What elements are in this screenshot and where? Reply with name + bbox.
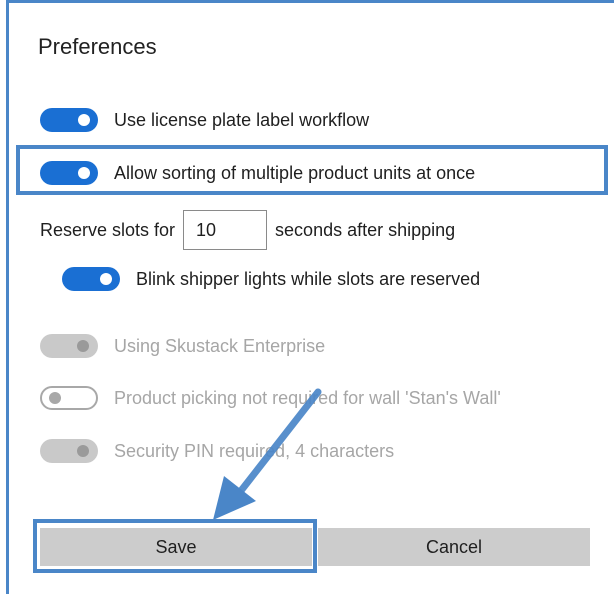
multiple-units-toggle-label: Allow sorting of multiple product units … (114, 162, 476, 183)
security-pin-toggle-label: Security PIN required, 4 characters (114, 440, 395, 461)
security-pin-toggle-row: Security PIN required, 4 characters (40, 439, 394, 463)
blink-lights-toggle-label: Blink shipper lights while slots are res… (136, 268, 481, 289)
reserve-slots-prefix: Reserve slots for (40, 219, 176, 240)
skustack-enterprise-toggle-label: Using Skustack Enterprise (114, 335, 326, 356)
toggle-knob (49, 392, 61, 404)
multiple-units-toggle-row: Allow sorting of multiple product units … (40, 161, 475, 185)
skustack-enterprise-toggle-row: Using Skustack Enterprise (40, 334, 325, 358)
security-pin-toggle (40, 439, 98, 463)
annotation-arrow-icon (213, 388, 322, 520)
toggle-knob (100, 273, 112, 285)
product-picking-toggle-label: Product picking not required for wall 'S… (114, 387, 501, 408)
reserve-seconds-input[interactable]: 10 (183, 210, 268, 250)
window-border-left (6, 0, 9, 594)
toggle-knob (77, 445, 89, 457)
toggle-knob (78, 167, 90, 179)
blink-lights-toggle-row: Blink shipper lights while slots are res… (62, 267, 480, 291)
page-title: Preferences (38, 34, 157, 59)
product-picking-toggle-row: Product picking not required for wall 'S… (40, 386, 501, 410)
save-annotation-highlight (33, 519, 317, 573)
reserve-slots-suffix: seconds after shipping (275, 219, 456, 240)
license-plate-toggle-row: Use license plate label workflow (40, 108, 369, 132)
cancel-button[interactable]: Cancel (318, 528, 590, 566)
toggle-knob (77, 340, 89, 352)
reserve-slots-row: Reserve slots for 10 seconds after shipp… (40, 210, 455, 250)
product-picking-toggle (40, 386, 98, 410)
blink-lights-toggle[interactable] (62, 267, 120, 291)
skustack-enterprise-toggle (40, 334, 98, 358)
multiple-units-toggle[interactable] (40, 161, 98, 185)
license-plate-toggle-label: Use license plate label workflow (114, 109, 370, 130)
toggle-knob (78, 114, 90, 126)
window-border-top (6, 0, 614, 3)
license-plate-toggle[interactable] (40, 108, 98, 132)
